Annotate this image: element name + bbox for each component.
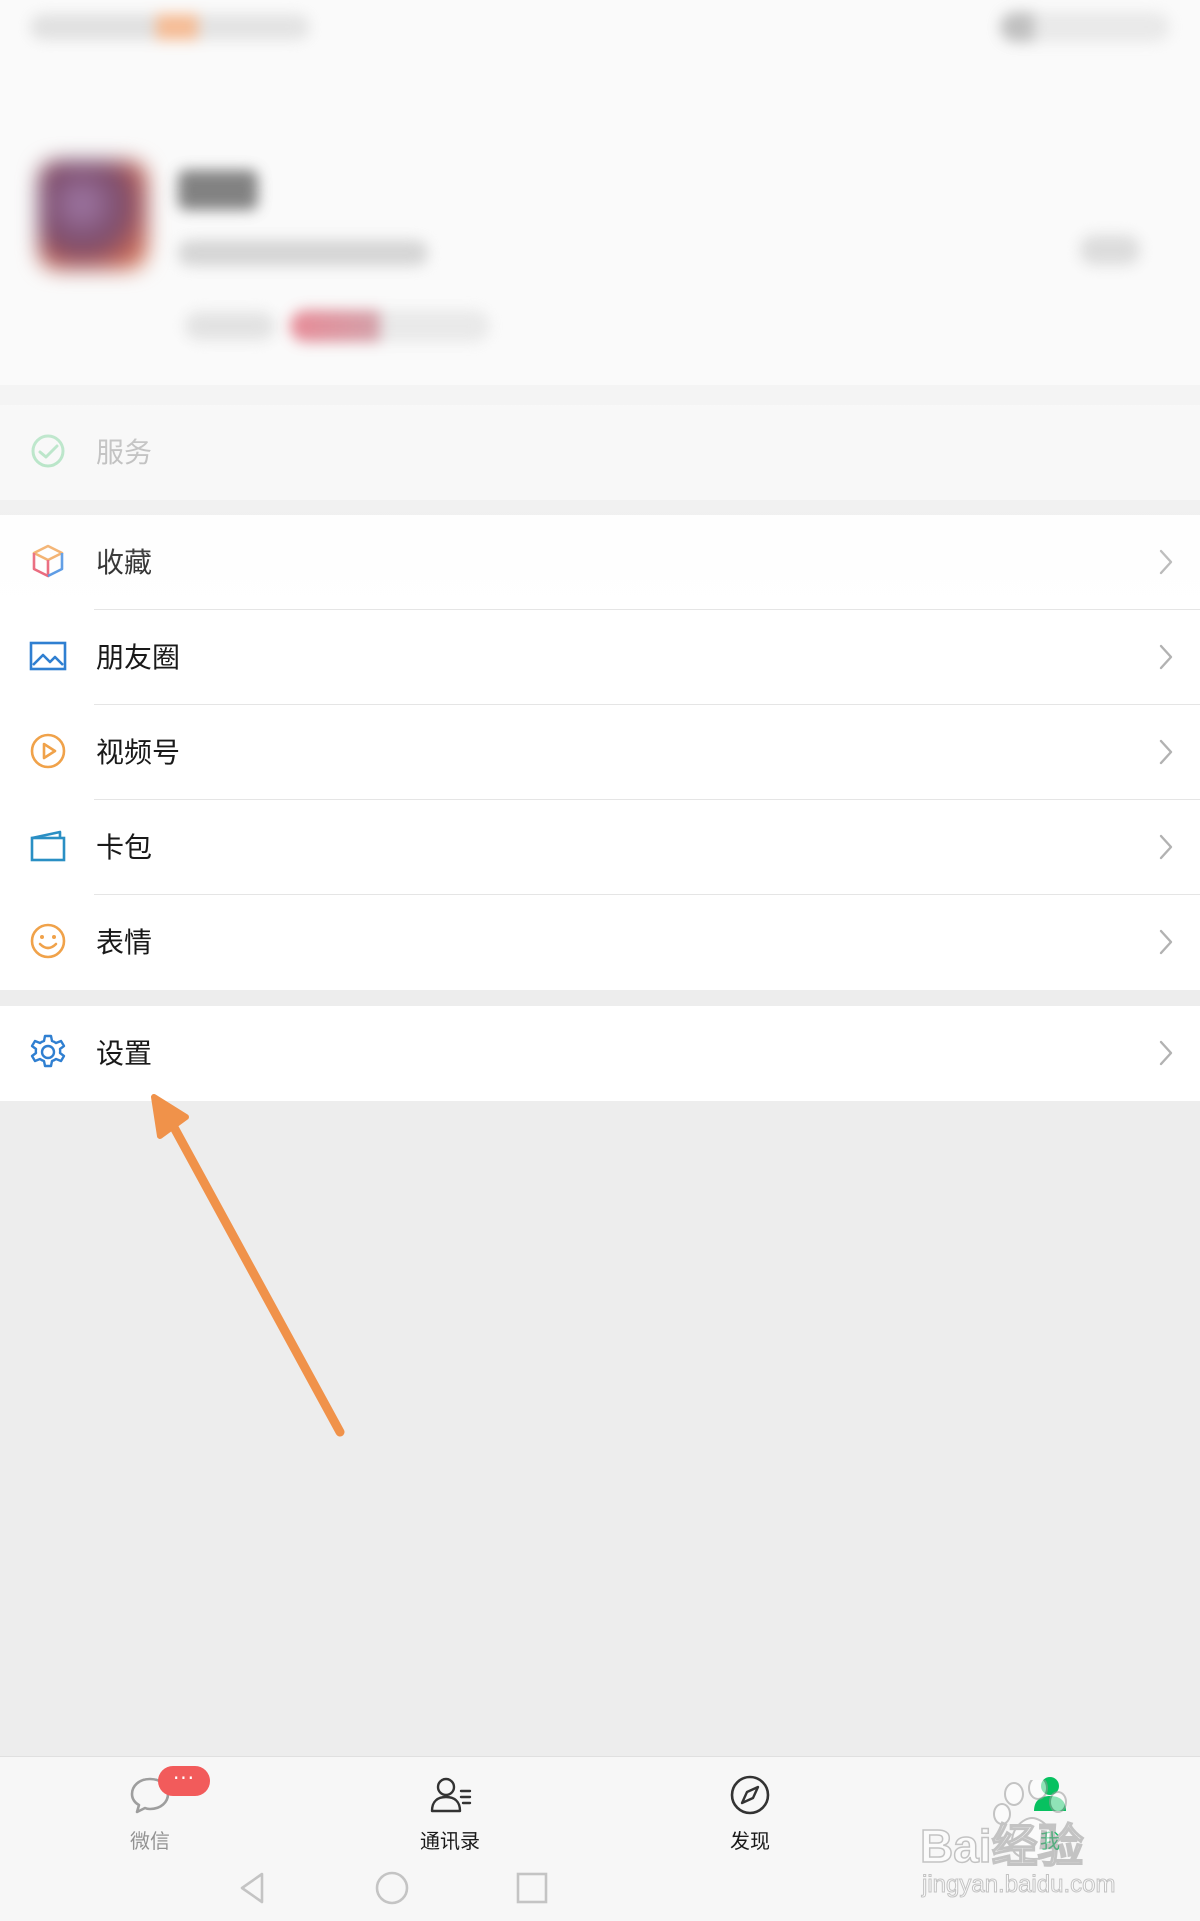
recents-square-icon[interactable] — [512, 1868, 552, 1908]
home-circle-icon[interactable] — [372, 1868, 412, 1908]
chevron-right-icon — [1158, 643, 1174, 671]
menu-item-channels[interactable]: 视频号 — [0, 705, 1200, 800]
wechat-id — [178, 240, 428, 266]
sticker-smile-icon — [28, 921, 68, 961]
unread-badge: ··· — [158, 1766, 210, 1796]
tab-contacts[interactable]: 通讯录 — [370, 1767, 530, 1857]
chevron-right-icon — [1158, 833, 1174, 861]
favorites-cube-icon — [28, 541, 68, 581]
menu-item-card-wallet[interactable]: 卡包 — [0, 800, 1200, 895]
menu-item-stickers[interactable]: 表情 — [0, 895, 1200, 990]
menu-group-settings: 设置 — [0, 1006, 1200, 1101]
tab-discover[interactable]: 发现 — [670, 1767, 830, 1857]
menu-item-settings[interactable]: 设置 — [0, 1006, 1200, 1101]
menu-item-label: 服务 — [96, 436, 153, 469]
nickname — [178, 170, 258, 210]
watermark-url: jingyan.baidu.com — [921, 1871, 1115, 1898]
chevron-right-icon — [1158, 1039, 1174, 1067]
profile-header[interactable] — [0, 0, 1200, 385]
tab-label: 通讯录 — [420, 1829, 480, 1853]
back-triangle-icon[interactable] — [232, 1868, 272, 1908]
avatar[interactable] — [38, 160, 148, 270]
menu-item-label: 视频号 — [96, 736, 181, 769]
status-bar-left — [30, 14, 310, 40]
status-bar-right — [1000, 12, 1170, 42]
menu-item-label: 朋友圈 — [96, 641, 181, 674]
service-icon — [28, 431, 68, 471]
contacts-icon — [428, 1773, 472, 1817]
menu-group-main: 收藏 朋友圈 视频号 卡包 表情 — [0, 515, 1200, 990]
moments-image-icon — [28, 636, 68, 676]
menu-item-label: 收藏 — [96, 546, 153, 579]
channels-play-icon — [28, 731, 68, 771]
tab-label: 发现 — [730, 1829, 770, 1853]
chevron-right-icon — [1158, 928, 1174, 956]
gear-icon — [28, 1032, 68, 1072]
menu-item-label: 设置 — [96, 1037, 153, 1070]
compass-icon — [728, 1773, 772, 1817]
chevron-right-icon — [1158, 548, 1174, 576]
chevron-right-icon — [1158, 738, 1174, 766]
status-button[interactable] — [185, 312, 275, 340]
menu-item-label: 表情 — [96, 926, 153, 959]
menu-item-label: 卡包 — [96, 831, 153, 864]
menu-item-moments[interactable]: 朋友圈 — [0, 610, 1200, 705]
menu-group-services: 服务 — [0, 405, 1200, 500]
watermark-brand: Bai经验 — [920, 1820, 1084, 1872]
tab-label: 微信 — [130, 1829, 170, 1853]
card-wallet-icon — [28, 826, 68, 866]
menu-item-services[interactable]: 服务 — [0, 405, 1200, 500]
friends-status[interactable] — [290, 310, 490, 342]
menu-item-favorites[interactable]: 收藏 — [0, 515, 1200, 610]
baidu-watermark: Bai经验 jingyan.baidu.com — [918, 1780, 1188, 1900]
qr-code-icon[interactable] — [1080, 235, 1140, 265]
